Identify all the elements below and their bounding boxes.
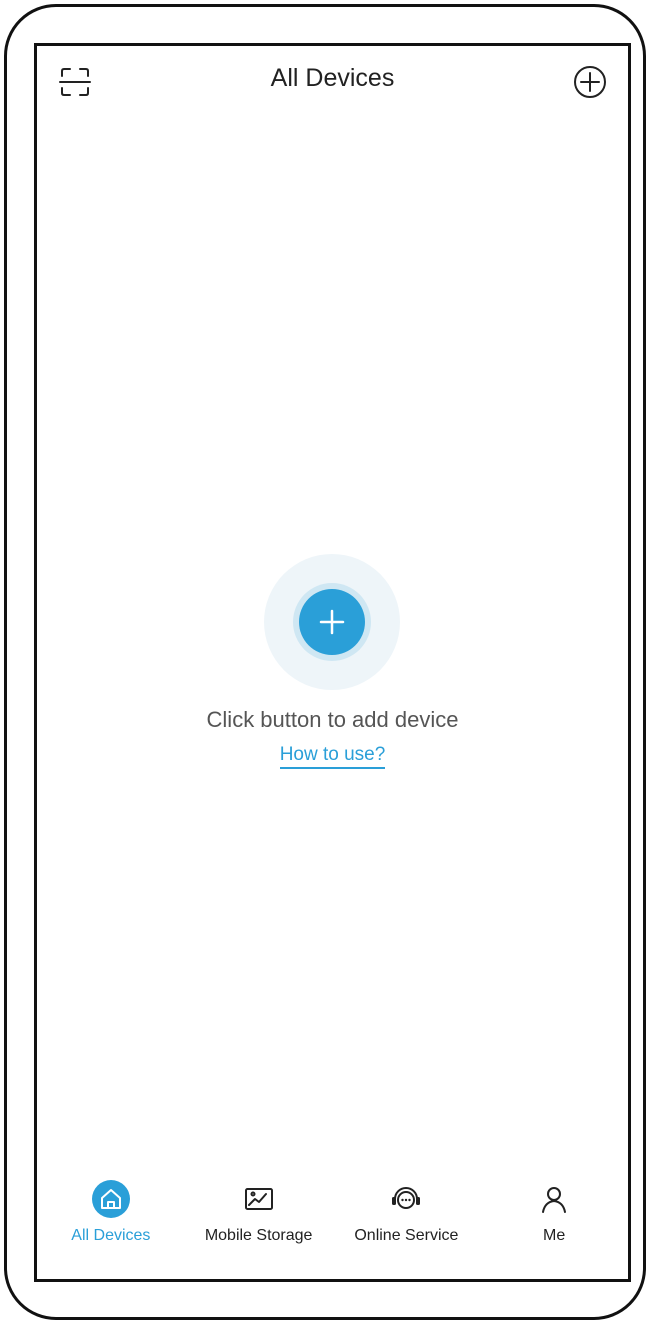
empty-state-message: Click button to add device <box>206 707 459 732</box>
person-icon <box>542 1187 567 1213</box>
tab-label-online-service: Online Service <box>354 1227 459 1244</box>
empty-state: Click button to add device How to use? <box>37 554 628 794</box>
tab-mobile-storage[interactable]: Mobile Storage <box>185 1169 333 1279</box>
how-to-use-link[interactable]: How to use? <box>279 744 386 769</box>
plus-icon <box>319 609 345 635</box>
page-title: All Devices <box>270 64 395 92</box>
bottom-tab-bar: All Devices Mobile Storage Online Servic… <box>37 1169 628 1279</box>
add-device-center-button[interactable] <box>299 589 365 655</box>
tab-all-devices[interactable]: All Devices <box>37 1169 185 1279</box>
tab-label-me: Me <box>543 1227 566 1244</box>
headset-chat-icon <box>392 1187 421 1209</box>
tab-label-mobile-storage: Mobile Storage <box>204 1227 313 1244</box>
app-screen: All Devices Click button to add device H… <box>34 43 631 1282</box>
home-icon <box>91 1180 130 1218</box>
tab-label-all-devices: All Devices <box>71 1227 151 1244</box>
top-bar: All Devices <box>37 46 628 116</box>
how-to-use-container: How to use? <box>37 744 628 769</box>
add-circle-icon <box>574 66 606 98</box>
add-device-button[interactable] <box>572 64 608 100</box>
tab-me[interactable]: Me <box>480 1169 628 1279</box>
tab-online-service[interactable]: Online Service <box>333 1169 481 1279</box>
gallery-icon <box>244 1188 273 1210</box>
